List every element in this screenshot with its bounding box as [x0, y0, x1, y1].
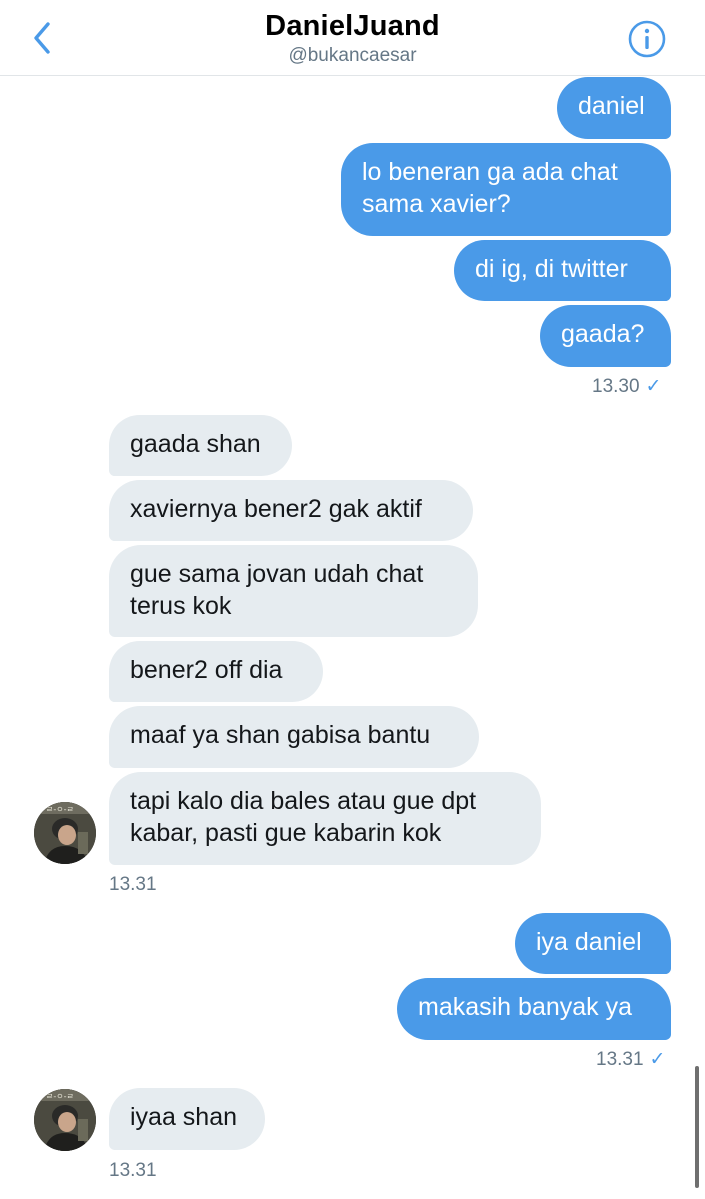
info-circle-icon [628, 20, 666, 58]
svg-text:ㄹ-ㅇ-ㄹ: ㄹ-ㅇ-ㄹ [46, 805, 74, 814]
conversation-title: DanielJuand @bukancaesar [0, 10, 705, 67]
message-bubble-incoming[interactable]: gaada shan [109, 415, 292, 476]
message-text: kabar, pasti gue kabarin kok [130, 819, 442, 847]
message-timestamp: 13.30 ✓ [592, 376, 662, 397]
message-bubble-incoming[interactable]: tapi kalo dia bales atau gue dpt kabar, … [109, 772, 541, 865]
read-check-icon: ✓ [645, 376, 662, 397]
message-text: gaada shan [130, 430, 261, 458]
message-bubble-outgoing[interactable]: iya daniel [515, 913, 671, 974]
message-text: gue sama jovan udah chat [130, 560, 424, 588]
avatar-photo: ㄹ-ㅇ-ㄹ [34, 802, 96, 864]
message-text: xaviernya bener2 gak aktif [130, 495, 422, 523]
message-bubble-outgoing[interactable]: makasih banyak ya [397, 978, 671, 1040]
avatar-photo: ㄹ-ㅇ-ㄹ [34, 1089, 96, 1151]
message-bubble-outgoing[interactable]: di ig, di twitter [454, 240, 671, 301]
message-bubble-incoming[interactable]: maaf ya shan gabisa bantu [109, 706, 479, 768]
message-text: iyaa shan [130, 1103, 238, 1131]
message-text: di ig, di twitter [475, 255, 628, 283]
read-check-icon: ✓ [649, 1049, 666, 1070]
message-text: sama xavier? [362, 190, 511, 218]
message-bubble-outgoing[interactable]: lo beneran ga ada chat sama xavier? [341, 143, 671, 236]
message-timestamp: 13.31 [109, 874, 157, 895]
message-text: lo beneran ga ada chat [362, 158, 618, 186]
message-bubble-incoming[interactable]: bener2 off dia [109, 641, 323, 702]
message-text: daniel [578, 92, 645, 120]
message-timestamp: 13.31 ✓ [596, 1049, 666, 1070]
message-bubble-incoming[interactable]: xaviernya bener2 gak aktif [109, 480, 473, 541]
message-text: makasih banyak ya [418, 993, 633, 1021]
contact-handle: @bukancaesar [288, 45, 417, 66]
message-text: gaada? [561, 320, 645, 348]
message-bubble-outgoing[interactable]: daniel [557, 77, 671, 139]
avatar[interactable]: ㄹ-ㅇ-ㄹ [34, 802, 96, 864]
message-bubble-incoming[interactable]: iyaa shan [109, 1088, 265, 1150]
message-text: maaf ya shan gabisa bantu [130, 721, 431, 749]
contact-name: DanielJuand [265, 10, 440, 42]
message-text: iya daniel [536, 928, 642, 956]
message-bubble-outgoing[interactable]: gaada? [540, 305, 671, 367]
message-text: terus kok [130, 592, 232, 620]
scrollbar[interactable] [695, 1066, 699, 1188]
svg-text:ㄹ-ㅇ-ㄹ: ㄹ-ㅇ-ㄹ [46, 1092, 74, 1101]
message-bubble-incoming[interactable]: gue sama jovan udah chat terus kok [109, 545, 478, 637]
info-button[interactable] [626, 18, 668, 60]
message-text: tapi kalo dia bales atau gue dpt [130, 787, 477, 815]
message-timestamp: 13.31 [109, 1160, 157, 1181]
conversation-header: DanielJuand @bukancaesar [0, 0, 705, 76]
avatar[interactable]: ㄹ-ㅇ-ㄹ [34, 1089, 96, 1151]
message-text: bener2 off dia [130, 656, 283, 684]
